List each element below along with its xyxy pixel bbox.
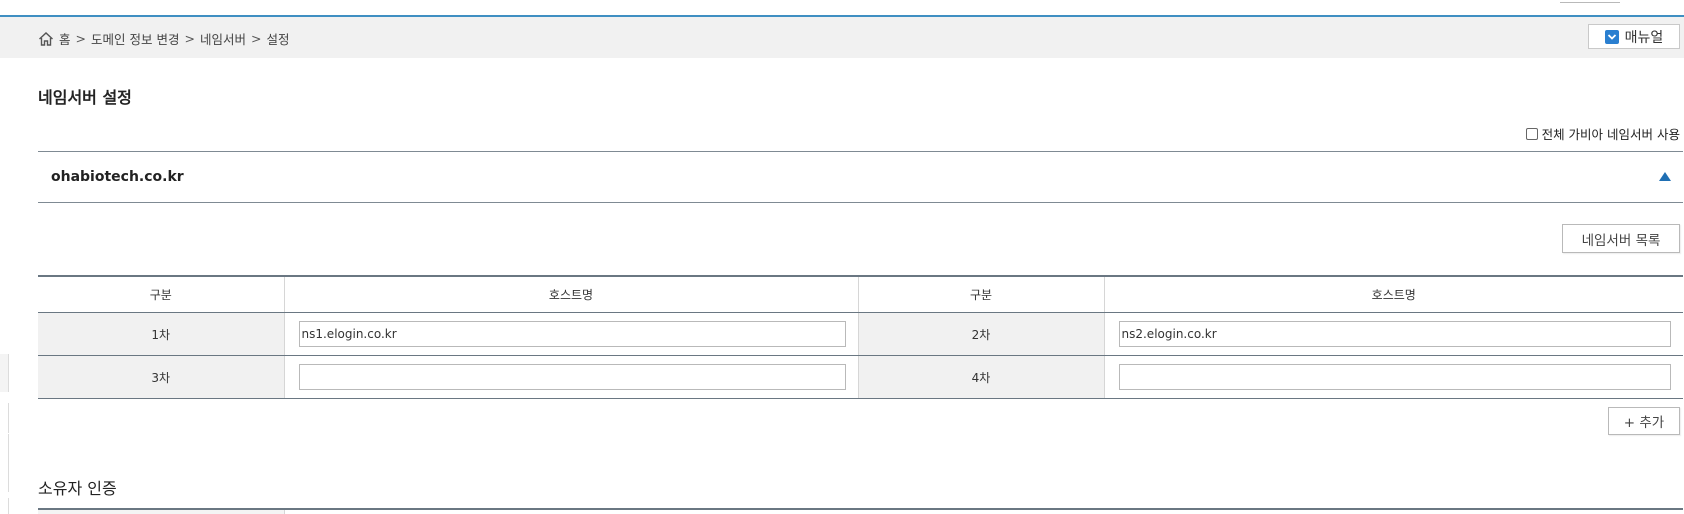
owner-table-fragment [38,510,285,514]
table-cell [1103,312,1683,356]
triangle-up-icon[interactable] [1659,172,1671,181]
breadcrumb-separator: > [250,31,262,46]
table-cell [1103,355,1683,399]
left-panel-fragment [0,403,9,433]
left-panel-fragment [0,498,9,514]
top-right-fragment [1560,0,1620,3]
breadcrumb-item-settings: 설정 [266,32,290,47]
breadcrumb-separator: > [75,31,86,46]
table-cell [283,355,858,399]
chevron-down-icon [1604,29,1619,44]
column-header-category: 구분 [38,275,284,313]
table-cell [283,312,858,356]
breadcrumb-home-link[interactable]: 홈 [59,29,71,48]
breadcrumb-item-nameserver[interactable]: 네임서버 [200,29,246,48]
column-header-hostname: 호스트명 [1103,275,1683,313]
column-header-hostname: 호스트명 [283,275,858,313]
table-row: 3차 4차 [38,355,1683,399]
nameserver-4-input[interactable] [1118,364,1671,390]
breadcrumb-separator: > [184,31,195,46]
table-header-row: 구분 호스트명 구분 호스트명 [38,275,1683,313]
nameserver-rank-label: 3차 [38,355,284,399]
breadcrumb-bar: 홈 > 도메인 정보 변경 > 네임서버 > 설정 매뉴얼 [0,17,1684,58]
left-panel-fragment [0,434,9,492]
left-panel-fragment [0,354,9,392]
nameserver-rank-label: 2차 [857,312,1104,356]
nameserver-rank-label: 4차 [857,355,1104,399]
domain-name: ohabiotech.co.kr [51,169,184,185]
nameserver-2-input[interactable] [1118,321,1671,347]
table-row: 1차 2차 [38,312,1683,356]
breadcrumb: 홈 > 도메인 정보 변경 > 네임서버 > 설정 [38,29,289,48]
breadcrumb-item-domain-info[interactable]: 도메인 정보 변경 [91,29,179,48]
nameserver-3-input[interactable] [298,364,846,390]
all-gabia-nameserver-option[interactable]: 전체 가비아 네임서버 사용 [1525,124,1680,143]
nameserver-table: 구분 호스트명 구분 호스트명 1차 2차 3차 4차 [38,275,1683,399]
page-title: 네임서버 설정 [38,88,132,107]
manual-button-label: 매뉴얼 [1624,29,1664,46]
all-gabia-nameserver-checkbox[interactable] [1525,127,1538,140]
domain-accordion-header[interactable]: ohabiotech.co.kr [38,151,1683,203]
owner-verification-title: 소유자 인증 [38,479,117,498]
manual-button[interactable]: 매뉴얼 [1588,24,1680,49]
nameserver-rank-label: 1차 [38,312,284,356]
all-gabia-nameserver-label: 전체 가비아 네임서버 사용 [1541,127,1680,142]
add-nameserver-button[interactable]: + 추가 [1608,407,1680,435]
home-icon[interactable] [38,31,54,47]
nameserver-1-input[interactable] [298,321,846,347]
nameserver-list-button[interactable]: 네임서버 목록 [1562,224,1680,253]
column-header-category: 구분 [857,275,1104,313]
